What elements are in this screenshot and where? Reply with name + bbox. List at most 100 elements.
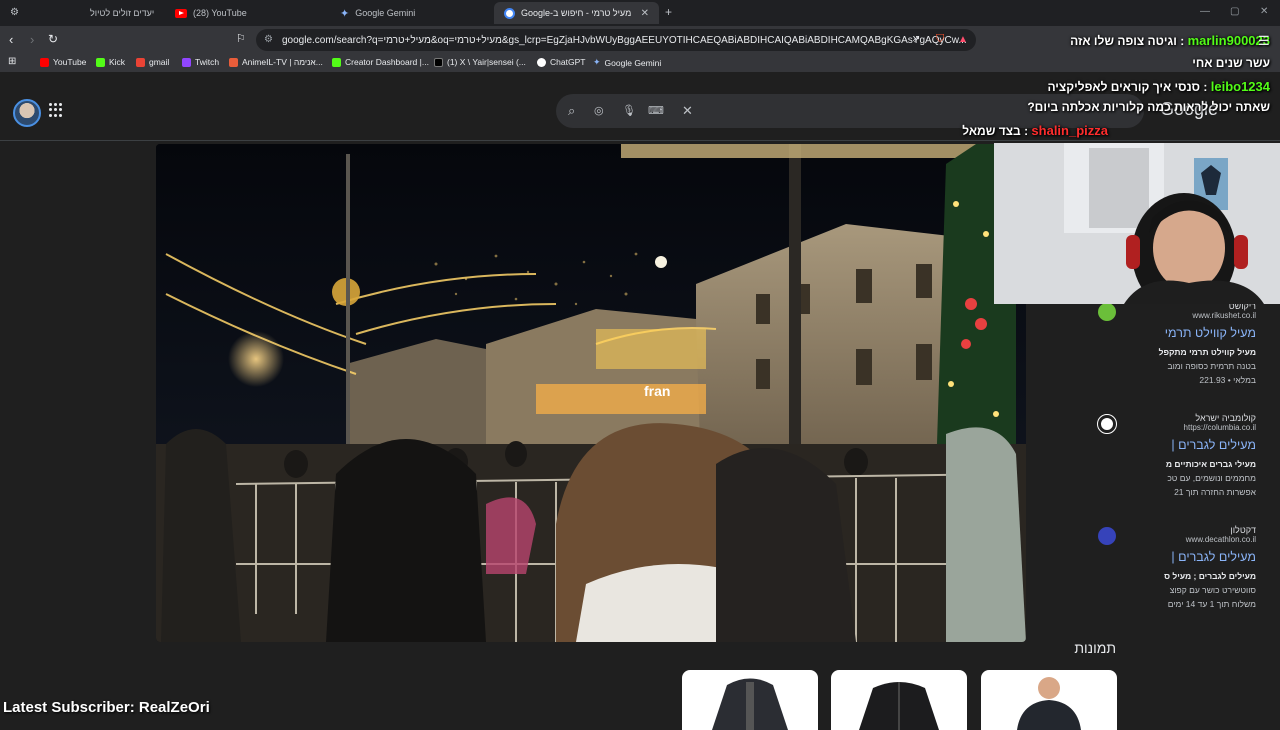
bookmark-gmail[interactable]: gmail <box>136 57 169 67</box>
browser-menu-icon[interactable]: ⚙ <box>10 7 19 18</box>
gmail-icon <box>136 57 145 67</box>
svg-text:fran: fran <box>644 383 670 399</box>
street-photo: fran <box>156 144 1026 642</box>
jacket-thumbnail-image <box>712 678 788 730</box>
result-snippet: מעילים לגברים ; מעיל ס סווטשירט כושר עם ק… <box>1026 569 1256 611</box>
images-section-title: תמונות <box>1074 640 1116 656</box>
lens-icon[interactable]: ◎ <box>594 104 604 117</box>
result-site-name: דקטלון <box>1230 525 1256 535</box>
bookmark-label: Twitch <box>195 57 220 67</box>
image-thumbnail[interactable] <box>831 670 967 730</box>
bookmarks-bar: ⊞ YouTube Kick gmail Twitch AnimeIL-TV |… <box>0 54 1280 72</box>
result-meta: אפשרות החזרה תוך 21 <box>1174 487 1256 497</box>
result-snippet-bold: מעילי גברים איכותיים מ <box>1165 459 1256 469</box>
chat-message: שאתה יכול לראות כמה קלוריות אכלתה ביום? <box>1027 100 1270 114</box>
result-title[interactable]: מעילים לגברים | <box>1026 438 1256 452</box>
model-thumbnail-image <box>1017 677 1081 730</box>
image-thumbnail[interactable] <box>682 670 818 730</box>
image-preview[interactable]: fran <box>156 144 1026 642</box>
share-icon[interactable]: ⇗ <box>912 34 920 45</box>
back-icon[interactable]: ‹ <box>9 32 13 47</box>
tab-label: מעיל טרמי - חיפוש ב-Google <box>521 8 632 18</box>
kick-icon <box>96 57 105 67</box>
result-snippet-text: מחממים ונושמים, עם טכ <box>1167 473 1256 483</box>
result-snippet-text: סווטשירט כושר עם קפוצ <box>1169 585 1256 595</box>
avatar[interactable] <box>13 99 41 127</box>
latest-subscriber-label: Latest Subscriber: RealZeOri <box>3 699 210 716</box>
site-info-icon[interactable]: ⚙ <box>264 34 273 45</box>
bookmark-label: (1) X \ Yair|sensei (... <box>447 57 526 67</box>
animeil-icon <box>229 57 238 67</box>
result-site-name: קולומביה ישראל <box>1195 413 1256 423</box>
bookmark-youtube[interactable]: YouTube <box>40 57 86 67</box>
brave-rewards-icon[interactable]: ▲ <box>958 34 968 45</box>
tab-strip: ⚙ יעדים זולים לטיול (28) YouTube ✦ Googl… <box>0 0 1280 26</box>
decathlon-favicon <box>1098 527 1116 545</box>
close-tab-icon[interactable]: ✕ <box>641 8 649 19</box>
bookmark-label: YouTube <box>53 57 87 67</box>
bookmark-chatgpt[interactable]: ChatGPT <box>537 57 585 67</box>
result-columbia[interactable]: קולומביה ישראל https://columbia.co.il מע… <box>1026 413 1256 499</box>
chat-message: shalin_pizza : בצד שמאל <box>962 123 1108 138</box>
bookmark-kick[interactable]: Kick <box>96 57 125 67</box>
chat-message: marlin900023 : וגיטה צופה שלו אזה <box>1070 33 1270 48</box>
result-url: www.decathlon.co.il <box>1185 535 1256 544</box>
tab-google-search[interactable]: מעיל טרמי - חיפוש ב-Google ✕ <box>494 2 659 24</box>
chat-text: בצד שמאל <box>962 124 1021 138</box>
result-title[interactable]: מעיל קווילט תרמי <box>1026 326 1256 340</box>
google-icon <box>504 7 515 19</box>
header-divider <box>0 140 1280 141</box>
result-snippet: מעילי גברים איכותיים מ מחממים ונושמים, עם… <box>1026 457 1256 499</box>
minimize-icon[interactable]: — <box>1200 6 1210 17</box>
youtube-icon <box>175 8 187 18</box>
chatgpt-icon <box>537 57 546 67</box>
chat-nickname: shalin_pizza <box>1031 123 1108 138</box>
address-bar[interactable]: ⚙ google.com/search?q=מעיל+טרמי&oq=מעיל+… <box>256 29 976 51</box>
bookmark-animeil[interactable]: AnimeIL-TV | אנימה... <box>229 57 323 67</box>
result-snippet-bold: מעיל קווילט תרמי מתקפל <box>1158 347 1256 357</box>
x-icon <box>434 57 443 67</box>
bookmark-icon[interactable]: ⚐ <box>236 32 246 45</box>
more-menu-icon[interactable]: ☰ <box>1258 33 1270 49</box>
result-title[interactable]: מעילים לגברים | <box>1026 550 1256 564</box>
bookmark-creator-dashboard[interactable]: Creator Dashboard |... <box>332 57 429 67</box>
google-apps-icon[interactable] <box>49 103 63 117</box>
result-snippet-text: בטנה תרמית כסופה ומוב <box>1167 361 1256 371</box>
result-rikushet[interactable]: ריקושט www.rikushet.co.il מעיל קווילט תר… <box>1026 301 1256 387</box>
maximize-icon[interactable]: ▢ <box>1230 6 1239 17</box>
result-url: www.rikushet.co.il <box>1192 311 1256 320</box>
jacket-thumbnail-image <box>859 682 939 730</box>
tab-gemini[interactable]: ✦ Google Gemini <box>330 2 495 24</box>
bookmark-x[interactable]: (1) X \ Yair|sensei (... <box>434 57 526 67</box>
result-meta: במלאי • 221.93 <box>1199 375 1256 385</box>
apps-grid-icon[interactable]: ⊞ <box>8 56 16 67</box>
chat-text: שאתה יכול לראות כמה קלוריות אכלתה ביום? <box>1027 100 1270 114</box>
close-window-icon[interactable]: ✕ <box>1260 6 1268 17</box>
result-snippet-bold: מעילים לגברים ; מעיל ס <box>1164 571 1256 581</box>
kick-icon <box>332 57 341 67</box>
gemini-icon: ✦ <box>593 57 601 67</box>
image-thumbnail[interactable] <box>981 670 1117 730</box>
search-icon[interactable]: ⌕ <box>568 103 575 119</box>
close-icon[interactable]: ✕ <box>682 103 693 119</box>
forward-icon[interactable]: › <box>30 32 34 47</box>
keyboard-icon[interactable]: ⌨ <box>648 104 664 117</box>
bookmark-twitch[interactable]: Twitch <box>182 57 219 67</box>
result-decathlon[interactable]: דקטלון www.decathlon.co.il מעילים לגברים… <box>1026 525 1256 611</box>
bookmark-gemini[interactable]: ✦ Google Gemini <box>593 57 661 68</box>
bookmark-label: ChatGPT <box>550 57 586 67</box>
chat-message: עשר שנים אחי <box>1192 56 1270 70</box>
reload-icon[interactable]: ↻ <box>48 32 58 46</box>
tab-label: (28) YouTube <box>193 8 247 18</box>
new-tab-button[interactable]: + <box>665 5 672 19</box>
tab-label: Google Gemini <box>355 8 416 18</box>
chat-message: leibo1234 : סנסי איך קוראים לאפליקציה <box>1047 79 1270 94</box>
tab-youtube[interactable]: (28) YouTube <box>165 2 330 24</box>
bookmark-label: AnimeIL-TV | אנימה... <box>242 57 323 67</box>
twitch-icon <box>182 57 191 67</box>
url-text: google.com/search?q=מעיל+טרמי&oq=מעיל+טר… <box>282 34 967 46</box>
chat-text: סנסי איך קוראים לאפליקציה <box>1047 80 1201 94</box>
gemini-icon: ✦ <box>340 7 350 20</box>
brave-shield-icon[interactable]: ⛉ <box>936 33 944 46</box>
mic-icon[interactable]: 🎙 <box>622 104 636 117</box>
